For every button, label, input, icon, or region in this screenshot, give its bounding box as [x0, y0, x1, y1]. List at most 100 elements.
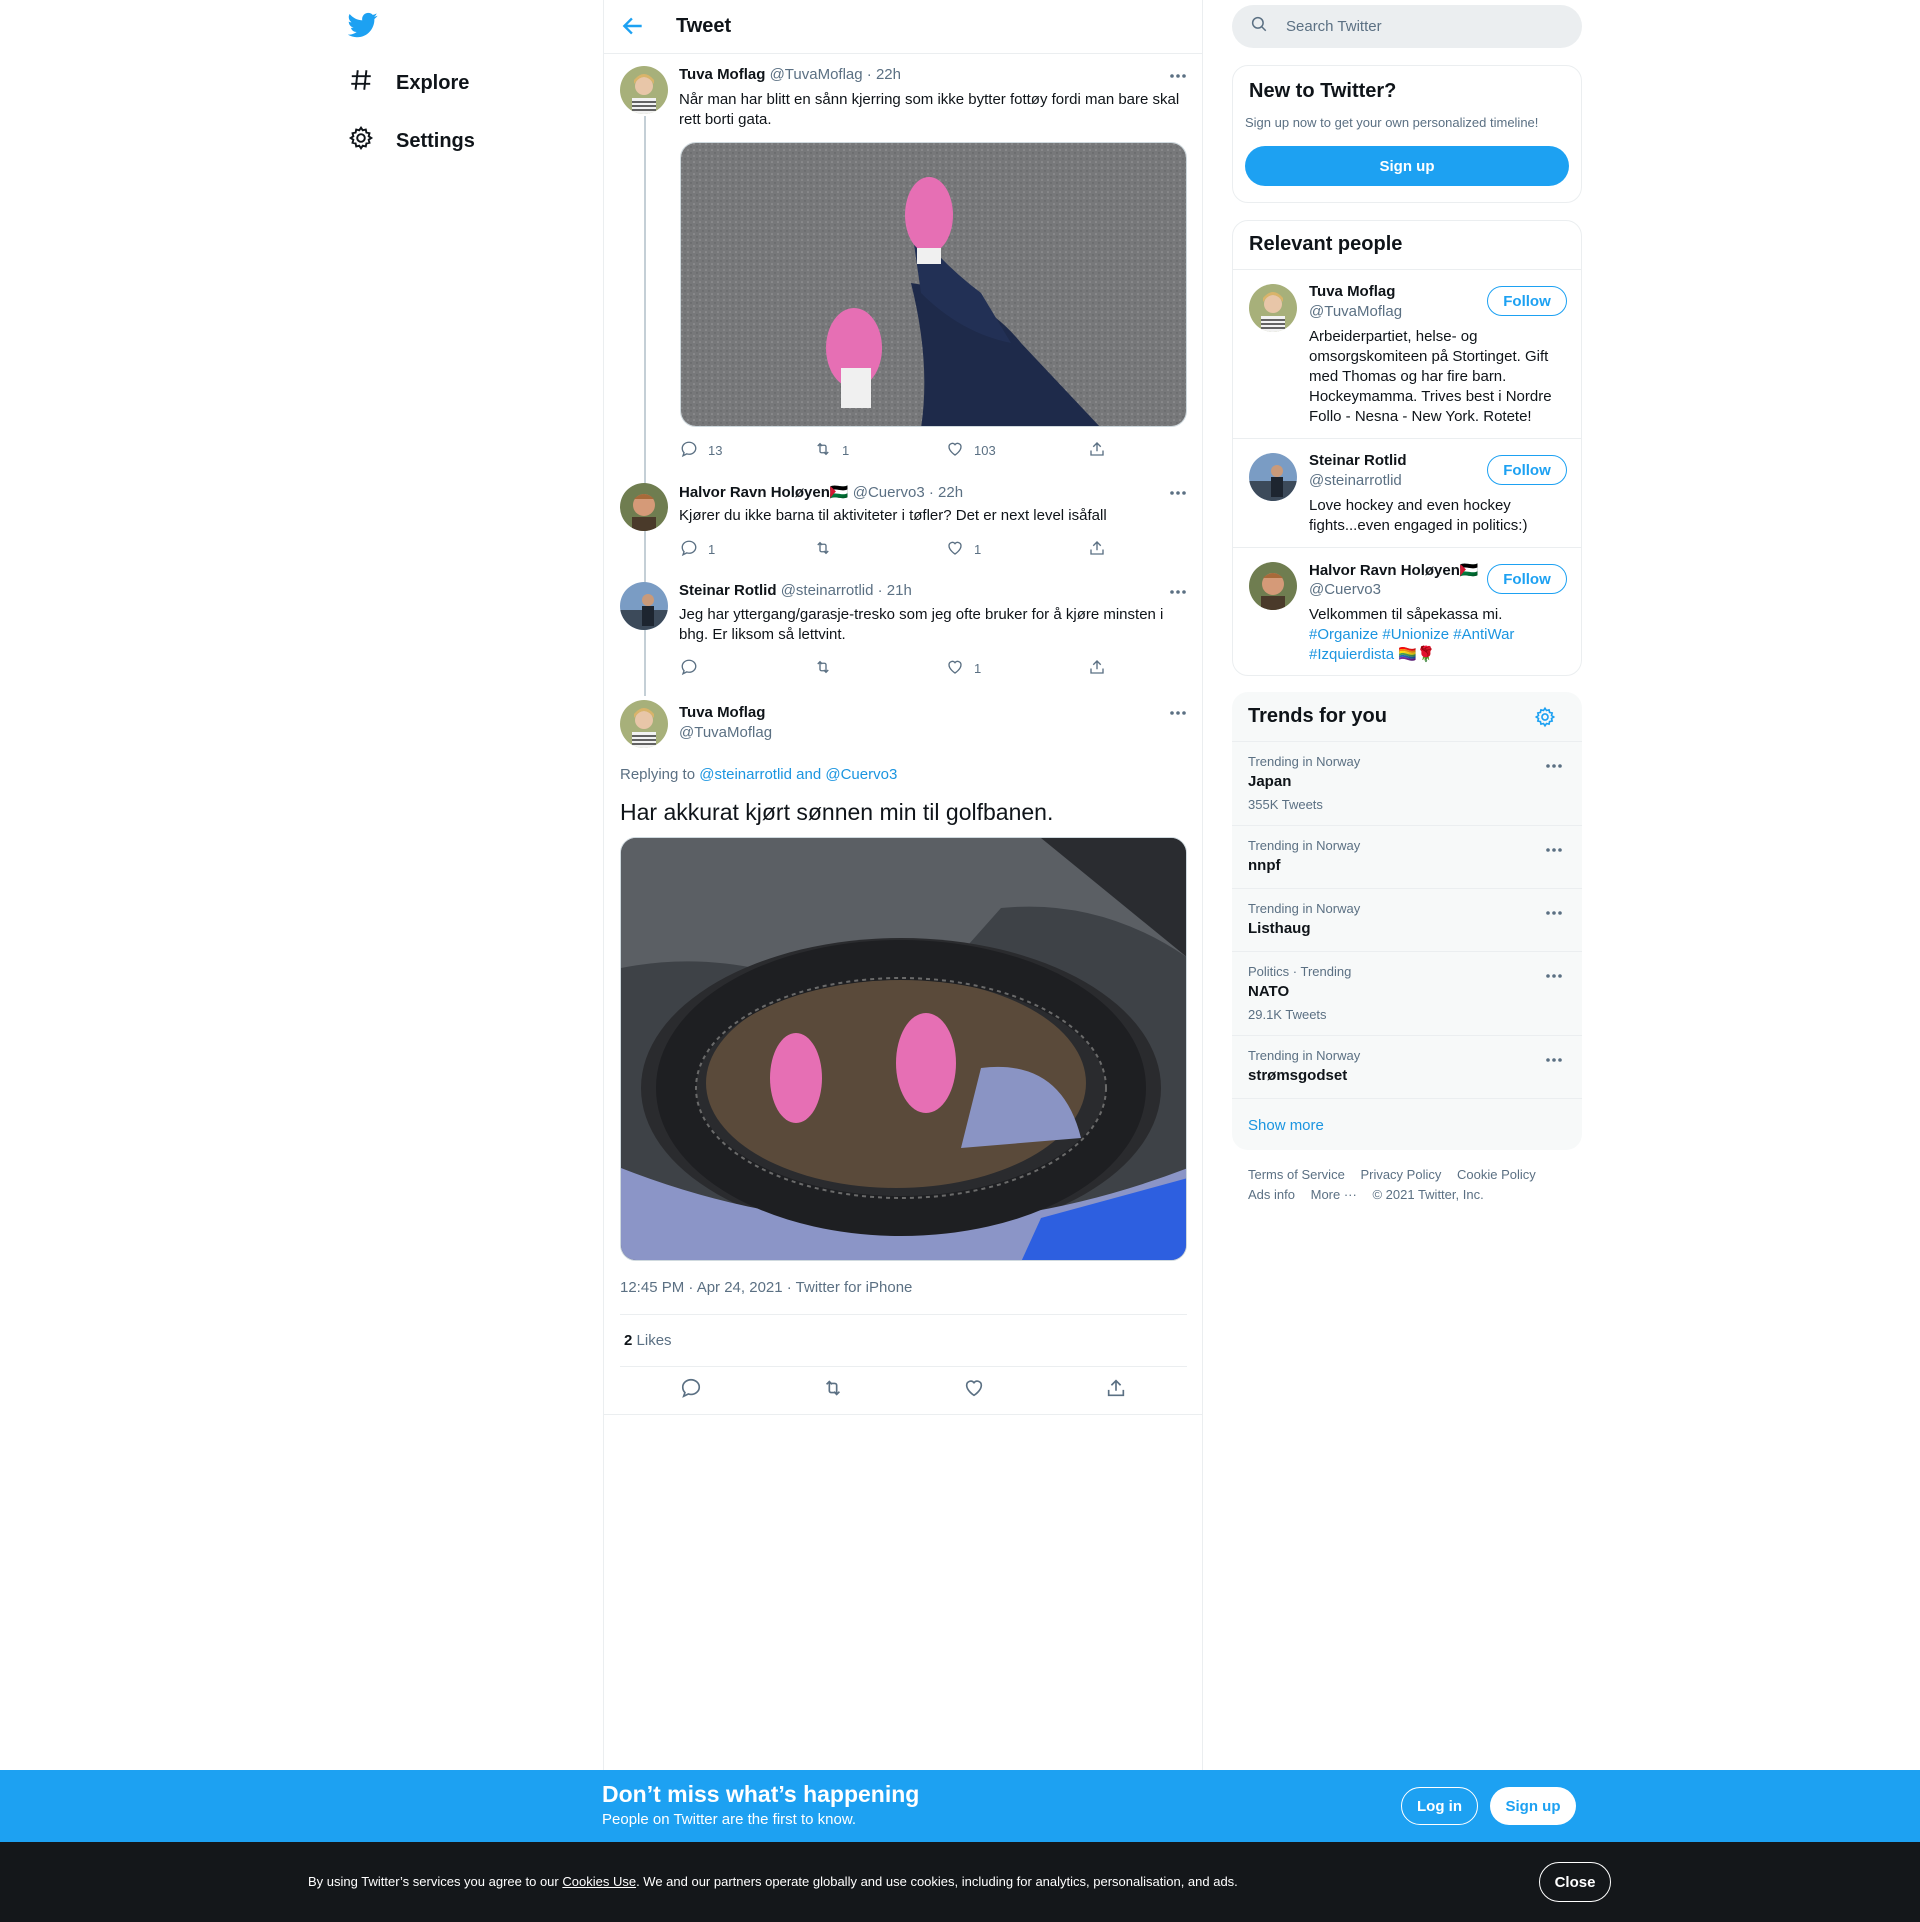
- nav-explore[interactable]: Explore: [348, 63, 469, 103]
- retweet-button[interactable]: [814, 539, 946, 560]
- signup-button[interactable]: Sign up: [1490, 1787, 1576, 1825]
- dot-separator: ·: [877, 582, 883, 599]
- like-count: 1: [974, 661, 982, 676]
- show-more-link[interactable]: Show more: [1248, 1117, 1324, 1134]
- footer-ads[interactable]: Ads info: [1248, 1187, 1295, 1202]
- hashtag-link[interactable]: #Izquierdista: [1309, 646, 1394, 663]
- show-more-row[interactable]: Show more: [1232, 1098, 1582, 1150]
- author-name[interactable]: Tuva Moflag: [679, 704, 765, 721]
- hashtag-link[interactable]: #Organize: [1309, 626, 1378, 643]
- trend-item[interactable]: Politics · Trending NATO 29.1K Tweets: [1232, 951, 1582, 1035]
- hashtag-link[interactable]: #AntiWar: [1453, 626, 1514, 643]
- more-icon[interactable]: [1542, 1050, 1566, 1070]
- more-icon[interactable]: [1542, 840, 1566, 860]
- avatar[interactable]: [620, 66, 668, 114]
- relevant-people-panel: Relevant people Tuva Moflag @TuvaMoflag …: [1232, 220, 1582, 676]
- follow-button[interactable]: Follow: [1487, 564, 1567, 594]
- follow-button[interactable]: Follow: [1487, 455, 1567, 485]
- retweet-button[interactable]: 1: [814, 440, 946, 461]
- likes-summary[interactable]: 2 Likes: [624, 1332, 672, 1349]
- close-button[interactable]: Close: [1539, 1862, 1611, 1902]
- trend-item[interactable]: Trending in Norway strømsgodset: [1232, 1035, 1582, 1098]
- more-icon[interactable]: [1166, 483, 1190, 503]
- more-icon[interactable]: [1542, 903, 1566, 923]
- share-button[interactable]: [1088, 539, 1106, 560]
- share-button[interactable]: [1088, 658, 1106, 679]
- more-icon[interactable]: [1542, 966, 1566, 986]
- login-button[interactable]: Log in: [1401, 1787, 1478, 1825]
- like-button[interactable]: 1: [946, 539, 1088, 560]
- more-icon[interactable]: [1166, 703, 1190, 723]
- cookies-use-link[interactable]: Cookies Use: [562, 1874, 636, 1889]
- avatar[interactable]: [620, 700, 668, 748]
- avatar[interactable]: [620, 483, 668, 531]
- person-card[interactable]: Halvor Ravn Holøyen🇵🇸 @Cuervo3 Follow Ve…: [1233, 547, 1581, 675]
- heart-icon[interactable]: [963, 1377, 985, 1404]
- retweet-icon[interactable]: [822, 1377, 844, 1404]
- trend-item[interactable]: Trending in Norway nnpf: [1232, 825, 1582, 888]
- footer-privacy[interactable]: Privacy Policy: [1360, 1167, 1441, 1182]
- replying-user-link[interactable]: @steinarrotlid: [699, 766, 792, 783]
- tweet-header: Steinar Rotlid @steinarrotlid · 21h: [679, 582, 912, 599]
- person-name[interactable]: Tuva Moflag: [1309, 283, 1395, 300]
- person-handle[interactable]: @steinarrotlid: [1309, 472, 1402, 489]
- hashtag-icon: [348, 67, 374, 99]
- tweet-time[interactable]: 22h: [876, 66, 901, 83]
- tweet-time[interactable]: 21h: [887, 582, 912, 599]
- nav-settings[interactable]: Settings: [348, 121, 475, 161]
- replying-user-link[interactable]: @Cuervo3: [825, 766, 897, 783]
- share-button[interactable]: [1088, 440, 1106, 461]
- person-handle[interactable]: @Cuervo3: [1309, 581, 1381, 598]
- share-icon[interactable]: [1105, 1377, 1127, 1404]
- author-name[interactable]: Halvor Ravn Holøyen: [679, 484, 830, 501]
- gear-icon[interactable]: [1534, 706, 1556, 733]
- person-card[interactable]: Steinar Rotlid @steinarrotlid Follow Lov…: [1233, 438, 1581, 547]
- search-input[interactable]: [1286, 18, 1546, 35]
- author-name[interactable]: Tuva Moflag: [679, 66, 765, 83]
- author-handle[interactable]: @steinarrotlid: [781, 582, 874, 599]
- tweet-photo[interactable]: [680, 142, 1187, 427]
- reply-button[interactable]: [680, 658, 814, 679]
- follow-button[interactable]: Follow: [1487, 286, 1567, 316]
- back-arrow-icon[interactable]: [620, 13, 648, 41]
- hashtag-link[interactable]: #Unionize: [1382, 626, 1449, 643]
- author-handle[interactable]: @TuvaMoflag: [679, 724, 772, 741]
- avatar[interactable]: [1249, 453, 1297, 501]
- avatar[interactable]: [620, 582, 668, 630]
- author-handle[interactable]: @TuvaMoflag: [770, 66, 863, 83]
- dot-separator: ·: [866, 66, 872, 83]
- more-icon[interactable]: [1542, 756, 1566, 776]
- like-button[interactable]: 103: [946, 440, 1088, 461]
- reply-icon[interactable]: [680, 1377, 702, 1404]
- more-icon[interactable]: [1166, 582, 1190, 602]
- footer-cookie[interactable]: Cookie Policy: [1457, 1167, 1536, 1182]
- divider: [620, 1314, 1187, 1315]
- person-name-row[interactable]: Halvor Ravn Holøyen🇵🇸: [1309, 561, 1479, 579]
- main-tweet-photo[interactable]: [620, 837, 1187, 1261]
- reply-button[interactable]: 13: [680, 440, 814, 461]
- trend-meta: Trending in Norway: [1248, 901, 1361, 916]
- footer-more[interactable]: More ···: [1311, 1187, 1357, 1202]
- avatar[interactable]: [1249, 562, 1297, 610]
- trend-item[interactable]: Trending in Norway Japan 355K Tweets: [1232, 741, 1582, 825]
- reply-button[interactable]: 1: [680, 539, 814, 560]
- retweet-button[interactable]: [814, 658, 946, 679]
- avatar[interactable]: [1249, 284, 1297, 332]
- person-card[interactable]: Tuva Moflag @TuvaMoflag Follow Arbeiderp…: [1233, 269, 1581, 438]
- cookie-text: By using Twitter’s services you agree to…: [308, 1874, 1238, 1889]
- footer-terms[interactable]: Terms of Service: [1248, 1167, 1345, 1182]
- signup-button[interactable]: Sign up: [1245, 146, 1569, 186]
- tweet-timestamp[interactable]: 12:45 PM · Apr 24, 2021 · Twitter for iP…: [620, 1279, 912, 1296]
- trend-item[interactable]: Trending in Norway Listhaug: [1232, 888, 1582, 951]
- more-icon[interactable]: [1166, 66, 1190, 86]
- search-bar[interactable]: [1232, 5, 1582, 48]
- twitter-logo-icon[interactable]: [347, 10, 378, 40]
- tweet-time[interactable]: 22h: [938, 484, 963, 501]
- page-title: Tweet: [676, 15, 732, 37]
- like-button[interactable]: 1: [946, 658, 1088, 679]
- person-handle[interactable]: @TuvaMoflag: [1309, 303, 1402, 320]
- tweet-actions: 1 1: [680, 539, 1106, 560]
- author-handle[interactable]: @Cuervo3: [853, 484, 925, 501]
- author-name[interactable]: Steinar Rotlid: [679, 582, 777, 599]
- person-name[interactable]: Steinar Rotlid: [1309, 452, 1407, 469]
